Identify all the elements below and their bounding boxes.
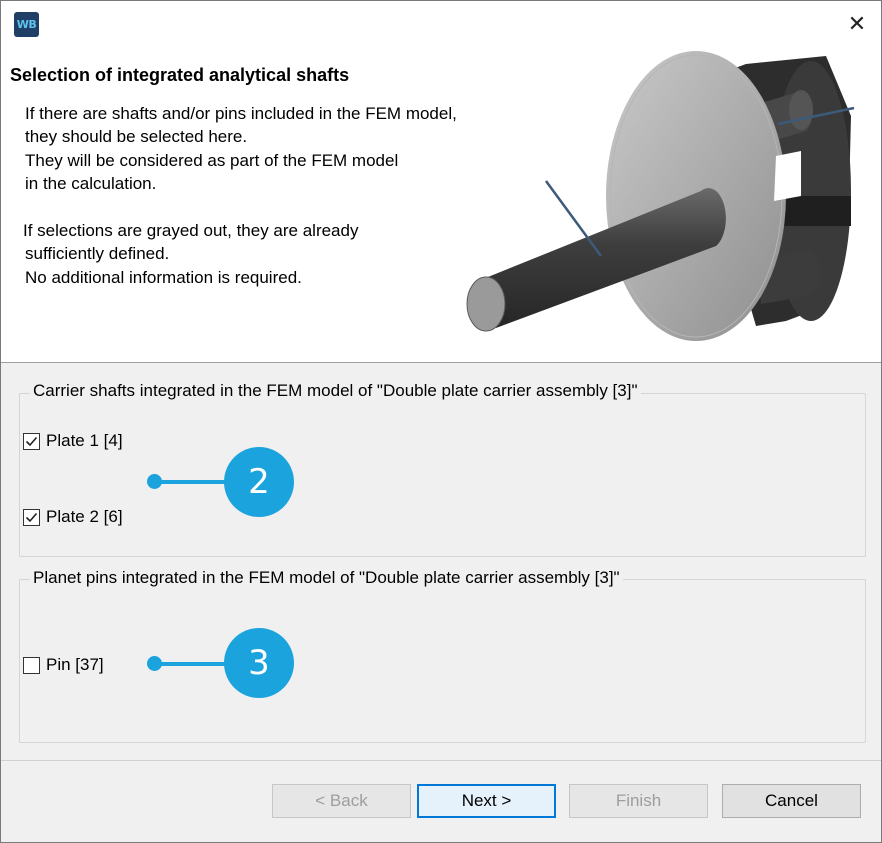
planet-pins-group xyxy=(19,579,866,743)
carrier-shafts-legend: Carrier shafts integrated in the FEM mod… xyxy=(30,381,641,401)
next-button[interactable]: Next > xyxy=(417,784,556,818)
checkbox-label: Pin [37] xyxy=(46,655,104,674)
callout-line xyxy=(153,662,228,666)
app-logo-icon: WB xyxy=(14,12,39,37)
page-title: Selection of integrated analytical shaft… xyxy=(10,65,350,85)
description-line: If there are shafts and/or pins included… xyxy=(25,104,457,123)
header-divider xyxy=(1,362,881,363)
back-button[interactable]: < Back xyxy=(272,784,411,818)
callout-line xyxy=(153,480,228,484)
checkbox-checked-icon[interactable] xyxy=(23,508,40,526)
description-line: They will be considered as part of the F… xyxy=(25,151,399,170)
checkbox-checked-icon[interactable] xyxy=(23,432,40,450)
carrier-shafts-group xyxy=(19,393,866,557)
cancel-button[interactable]: Cancel xyxy=(722,784,861,818)
callout-badge: 2 xyxy=(224,447,294,517)
description-line: in the calculation. xyxy=(25,174,157,193)
description-line: If selections are grayed out, they are a… xyxy=(23,221,359,240)
description-line: sufficiently defined. xyxy=(25,244,170,263)
checkbox-pin[interactable]: Pin [37] xyxy=(23,654,104,676)
wizard-dialog: WB ✕ Selection of integrated analytical … xyxy=(0,0,882,843)
footer-divider xyxy=(1,760,881,761)
checkbox-plate-2[interactable]: Plate 2 [6] xyxy=(23,506,123,528)
callout-badge: 3 xyxy=(224,628,294,698)
header-panel: WB ✕ Selection of integrated analytical … xyxy=(1,1,881,362)
checkbox-plate-1[interactable]: Plate 1 [4] xyxy=(23,430,123,452)
description-line: they should be selected here. xyxy=(25,127,248,146)
close-icon[interactable]: ✕ xyxy=(841,9,873,39)
fem-carrier-illustration-icon xyxy=(466,51,855,341)
checkbox-unchecked-icon[interactable] xyxy=(23,656,40,674)
checkbox-label: Plate 2 [6] xyxy=(46,507,123,526)
planet-pins-legend: Planet pins integrated in the FEM model … xyxy=(30,568,623,588)
finish-button[interactable]: Finish xyxy=(569,784,708,818)
description-line: No additional information is required. xyxy=(25,268,302,287)
checkbox-label: Plate 1 [4] xyxy=(46,431,123,450)
